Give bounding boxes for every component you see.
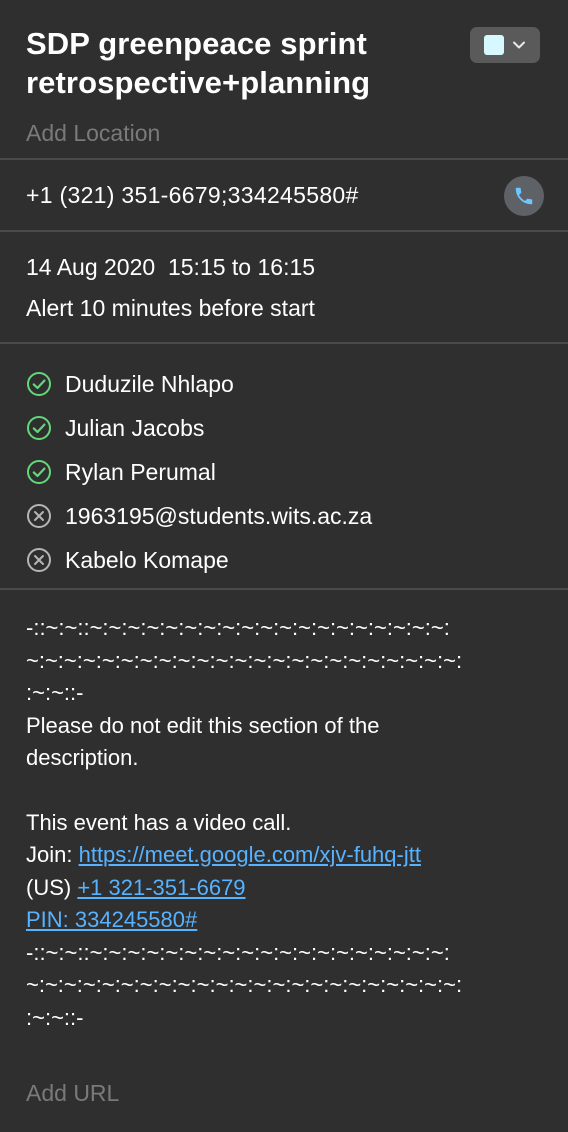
- url-field[interactable]: Add URL: [26, 1080, 119, 1107]
- attendees-section: Duduzile Nhlapo Julian Jacobs Rylan Peru…: [0, 344, 568, 590]
- attendee-name: Duduzile Nhlapo: [65, 370, 234, 397]
- us-phone-link[interactable]: +1 321-351-6679: [77, 875, 245, 900]
- event-title[interactable]: SDP greenpeace sprint retrospective+plan…: [26, 24, 446, 102]
- event-header: SDP greenpeace sprint retrospective+plan…: [0, 0, 568, 160]
- attendee-row[interactable]: 1963195@students.wits.ac.za: [26, 494, 542, 538]
- chevron-down-icon: [513, 41, 525, 49]
- separator-line: ~:~:~:~:~:~:~:~:~:~:~:~:~:~:~:~:~:~:~:~:…: [26, 647, 463, 673]
- phone-section: +1 (321) 351-6679;334245580#: [0, 160, 568, 232]
- schedule-section: 14 Aug 2020 15:15 to 16:15 Alert 10 minu…: [0, 232, 568, 344]
- event-notes[interactable]: -::~:~::~:~:~:~:~:~:~:~:~:~:~:~:~:~:~:~:…: [0, 590, 568, 1034]
- accepted-check-icon: [27, 460, 51, 484]
- attendee-name: 1963195@students.wits.ac.za: [65, 502, 373, 529]
- attendee-name: Kabelo Komape: [65, 546, 229, 573]
- conference-phone-number[interactable]: +1 (321) 351-6679;334245580#: [26, 182, 359, 209]
- event-detail-popover: SDP greenpeace sprint retrospective+plan…: [0, 0, 568, 1132]
- separator-line: ~:~:~:~:~:~:~:~:~:~:~:~:~:~:~:~:~:~:~:~:…: [26, 972, 463, 997]
- declined-x-icon: [27, 504, 51, 528]
- attendee-row[interactable]: Duduzile Nhlapo: [26, 362, 542, 406]
- pin-line: PIN: 334245580#: [26, 904, 542, 937]
- attendee-name: Rylan Perumal: [65, 458, 216, 485]
- location-field[interactable]: Add Location: [26, 120, 542, 147]
- attendee-row[interactable]: Kabelo Komape: [26, 538, 542, 582]
- accepted-check-icon: [27, 416, 51, 440]
- meet-link[interactable]: https://meet.google.com/xjv-fuhq-jtt: [79, 842, 421, 867]
- calendar-color-picker[interactable]: [470, 27, 540, 63]
- edit-notice: Please do not edit this section of the d…: [26, 712, 380, 771]
- separator-line: :~:~::-: [26, 680, 84, 705]
- declined-x-icon: [27, 548, 51, 572]
- accepted-check-icon: [27, 372, 51, 396]
- attendee-row[interactable]: Julian Jacobs: [26, 406, 542, 450]
- attendee-name: Julian Jacobs: [65, 414, 205, 441]
- pin-link[interactable]: PIN: 334245580#: [26, 907, 197, 932]
- us-label: (US): [26, 874, 78, 900]
- separator-line: -::~:~::~:~:~:~:~:~:~:~:~:~:~:~:~:~:~:~:…: [26, 615, 450, 640]
- event-alert[interactable]: Alert 10 minutes before start: [26, 293, 542, 323]
- join-label: Join:: [26, 842, 79, 867]
- call-button[interactable]: [504, 176, 544, 216]
- join-line: Join: https://meet.google.com/xjv-fuhq-j…: [26, 839, 496, 872]
- separator-line: :~:~::-: [26, 1004, 84, 1030]
- attendee-row[interactable]: Rylan Perumal: [26, 450, 542, 494]
- us-phone-line: (US) +1 321-351-6679: [26, 872, 542, 905]
- video-call-text: This event has a video call.: [26, 809, 292, 835]
- separator-line: -::~:~::~:~:~:~:~:~:~:~:~:~:~:~:~:~:~:~:…: [26, 939, 450, 965]
- event-date-time[interactable]: 14 Aug 2020 15:15 to 16:15: [26, 252, 542, 282]
- calendar-color-swatch: [484, 35, 504, 55]
- phone-icon: [515, 187, 533, 205]
